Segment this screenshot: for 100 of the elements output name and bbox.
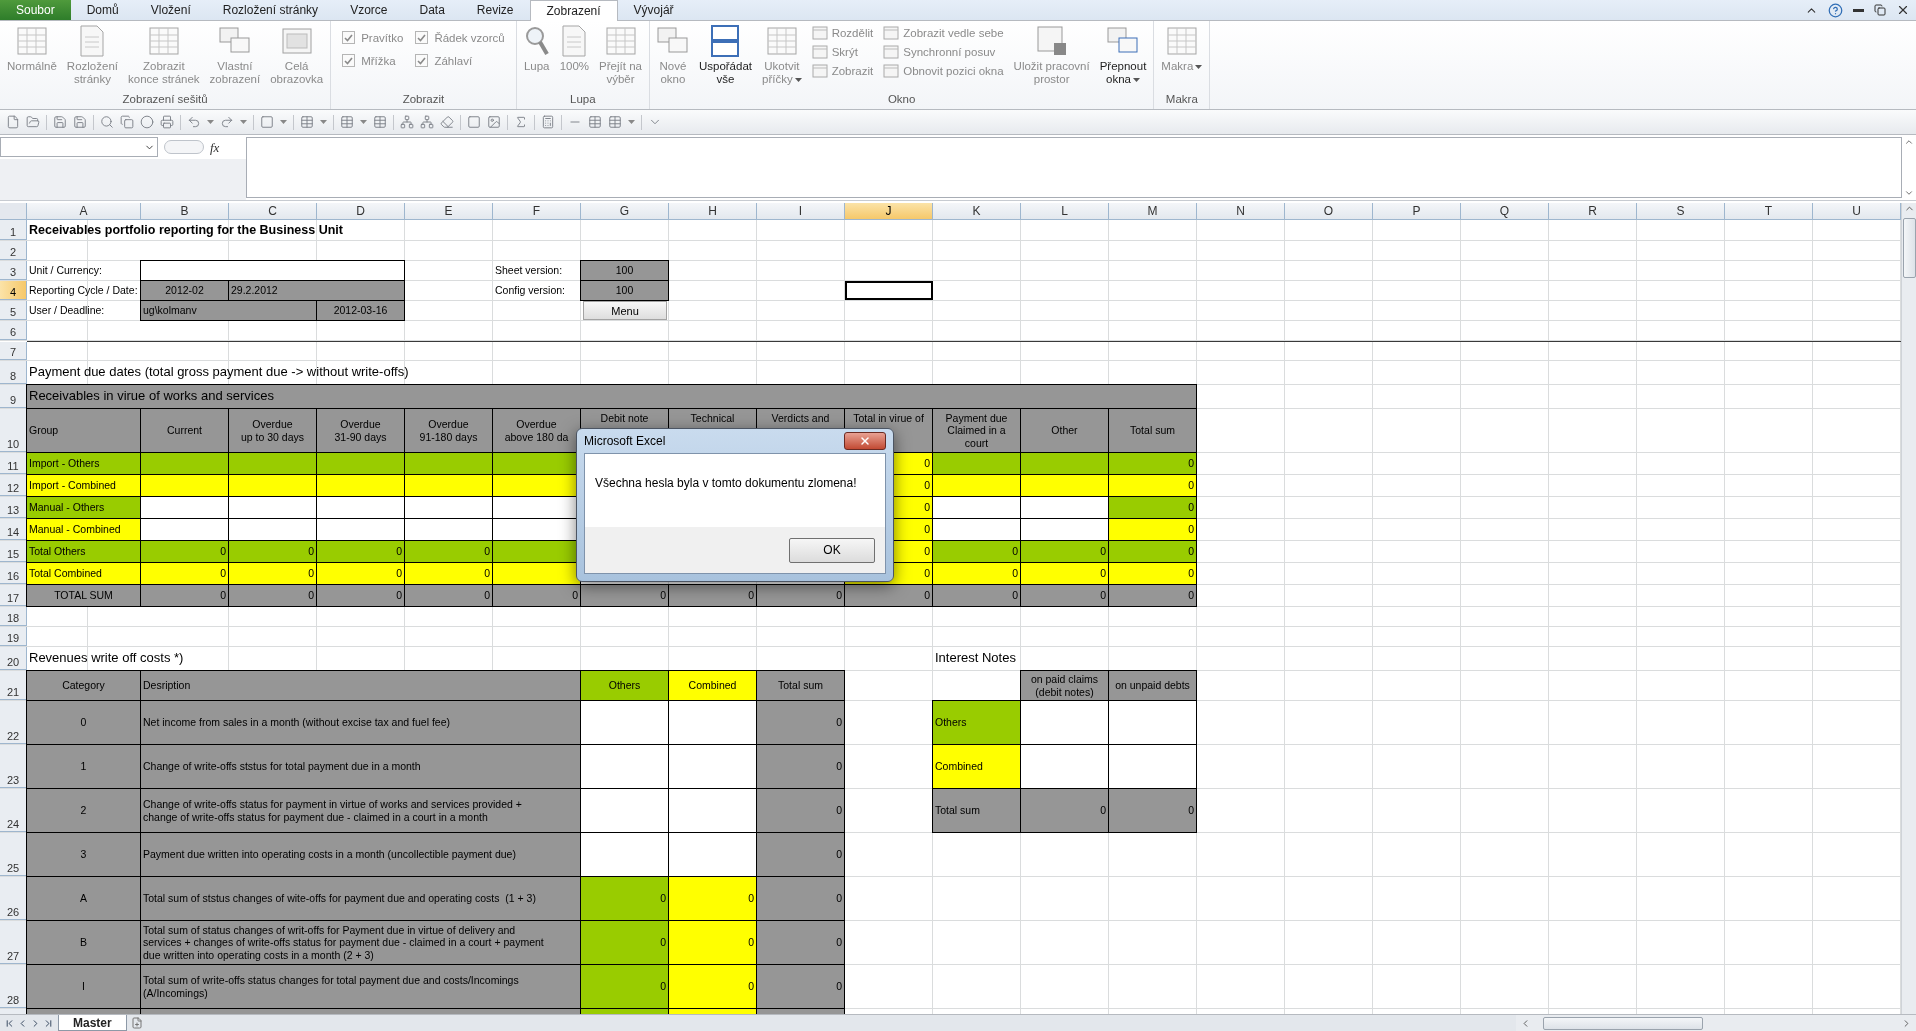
circle-icon[interactable] [140,115,154,129]
square-icon[interactable] [467,115,481,129]
table-icon[interactable] [608,115,622,129]
file-plus-icon[interactable] [130,1017,143,1029]
table-icon[interactable] [588,115,602,129]
scrollbar-thumb[interactable] [1902,218,1916,278]
menu-tab[interactable]: Data [403,0,461,20]
column-header[interactable]: D [317,203,405,220]
caret-icon[interactable] [360,120,367,124]
row-header[interactable]: 21 [0,671,27,700]
column-header[interactable]: J [845,203,933,220]
row-header[interactable]: 23 [0,745,27,788]
printer-icon[interactable] [160,115,174,129]
caret-icon[interactable] [280,120,287,124]
column-header[interactable]: T [1725,203,1813,220]
network-icon[interactable] [400,115,414,129]
pages-icon[interactable] [120,115,134,129]
splitter-handle[interactable] [164,140,204,154]
caret-icon[interactable] [207,120,214,124]
column-header[interactable]: G [581,203,669,220]
ok-button[interactable]: OK [789,537,875,563]
scroll-up-icon[interactable] [1904,137,1914,147]
column-header[interactable]: S [1637,203,1725,220]
row-header[interactable]: 12 [0,475,27,496]
column-header[interactable]: C [229,203,317,220]
sheet-tab[interactable]: Master [58,1015,127,1031]
row-header[interactable]: 9 [0,385,27,408]
ribbon-button[interactable]: Uspořádat vše [694,23,756,86]
help-button[interactable] [1828,2,1843,18]
row-header[interactable]: 16 [0,563,27,584]
caret-icon[interactable] [320,120,327,124]
row-header[interactable]: 24 [0,789,27,832]
menu-tab[interactable]: Soubor [0,0,71,20]
row-header[interactable]: 2 [0,241,27,260]
row-header[interactable]: 8 [0,361,27,384]
column-header[interactable]: I [757,203,845,220]
column-header[interactable]: Q [1461,203,1549,220]
caret-icon[interactable] [628,120,635,124]
column-header[interactable]: N [1197,203,1285,220]
first-sheet-icon[interactable] [4,1017,15,1029]
table-icon[interactable] [373,115,387,129]
column-header[interactable]: B [141,203,229,220]
insert-function-button[interactable]: fx [210,140,220,156]
caret-icon[interactable] [240,120,247,124]
row-header[interactable]: 1 [0,220,27,240]
column-header[interactable]: M [1109,203,1197,220]
menu-tab[interactable]: Domů [70,0,135,20]
vertical-scrollbar[interactable] [1901,203,1916,1014]
table-icon[interactable] [340,115,354,129]
column-header[interactable]: P [1373,203,1461,220]
row-header[interactable]: 18 [0,607,27,626]
column-header[interactable]: U [1813,203,1901,220]
column-header[interactable]: E [405,203,493,220]
menu-tab[interactable]: Revize [460,0,530,20]
calculator-icon[interactable] [541,115,555,129]
row-header[interactable]: 17 [0,585,27,606]
sigma-icon[interactable] [514,115,528,129]
table-icon[interactable] [300,115,314,129]
folder-icon[interactable] [26,115,40,129]
row-header[interactable]: 7 [0,342,27,360]
horizontal-scrollbar[interactable] [1516,1015,1916,1031]
scrollbar-thumb[interactable] [1543,1016,1703,1030]
document-icon[interactable] [6,115,20,129]
row-header[interactable]: 14 [0,519,27,540]
row-header[interactable]: 26 [0,877,27,920]
row-header[interactable]: 11 [0,453,27,474]
row-header[interactable]: 13 [0,497,27,518]
close-button[interactable] [844,432,886,450]
menu-tab[interactable]: Vývojář [617,0,690,20]
column-header[interactable]: F [493,203,581,220]
image-icon[interactable] [487,115,501,129]
row-header[interactable]: 3 [0,261,27,280]
menu-tab[interactable]: Zobrazení [529,0,618,21]
row-header[interactable]: 5 [0,301,27,320]
row-header[interactable]: 19 [0,627,27,646]
name-box[interactable] [0,137,158,157]
menu-tab[interactable]: Rozložení stránky [206,0,335,20]
close-button[interactable] [1896,3,1910,17]
row-header[interactable]: 27 [0,921,27,964]
formula-field[interactable] [246,137,1902,198]
row-header[interactable]: 15 [0,541,27,562]
column-header[interactable]: H [669,203,757,220]
active-cell[interactable] [845,281,933,300]
minimize-button[interactable] [1853,8,1864,12]
row-header[interactable]: 10 [0,409,27,452]
eraser-icon[interactable] [440,115,454,129]
select-all-corner[interactable] [0,203,27,220]
column-header[interactable]: L [1021,203,1109,220]
magnifier-icon[interactable] [100,115,114,129]
menu-button[interactable]: Menu [583,301,667,320]
ribbon-button[interactable]: Přepnout okna [1095,23,1151,86]
redo-icon[interactable] [220,115,234,129]
menu-tab[interactable]: Vzorce [334,0,404,20]
last-sheet-icon[interactable] [43,1017,54,1029]
scroll-down-icon[interactable] [1904,188,1914,198]
menu-tab[interactable]: Vložení [134,0,207,20]
row-header[interactable]: 4 [0,281,27,300]
row-header[interactable]: 25 [0,833,27,876]
column-header[interactable]: O [1285,203,1373,220]
column-header[interactable]: A [27,203,141,220]
